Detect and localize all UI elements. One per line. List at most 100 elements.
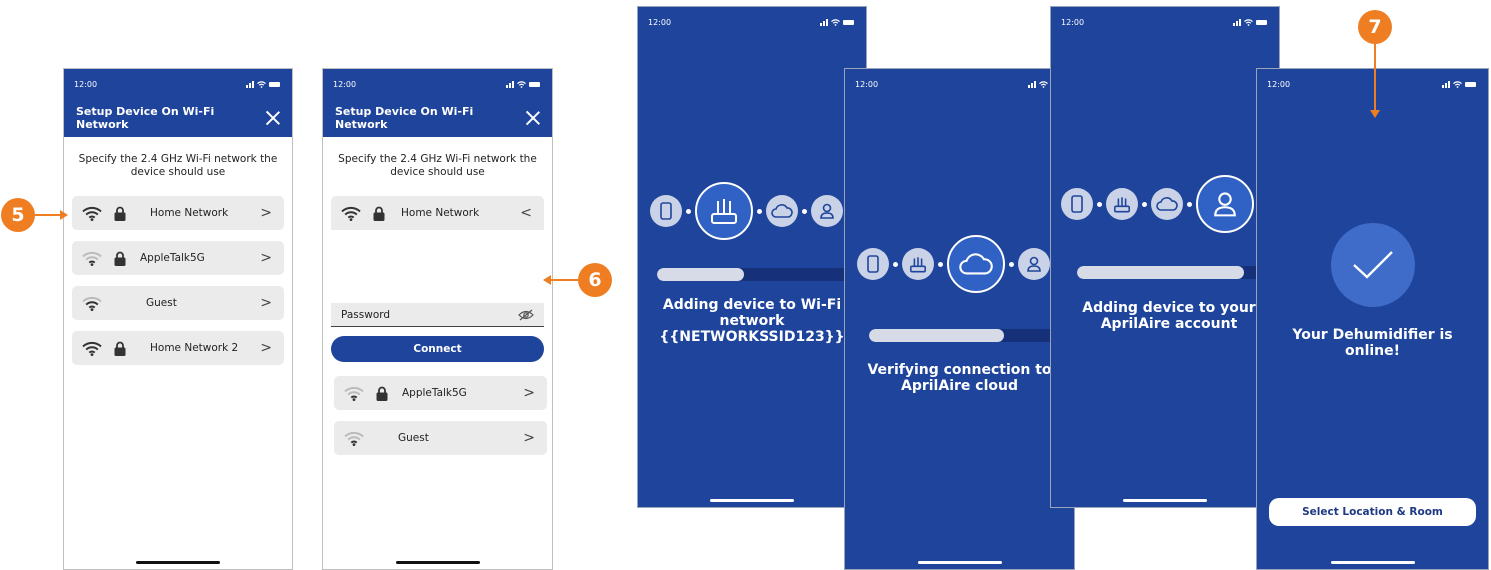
progress-fill: [869, 329, 1004, 342]
screen-adding-to-account: 12:00 Adding device to your AprilAire ac…: [1050, 6, 1280, 508]
callout-arrow-6: [550, 279, 578, 281]
wifi-status-icon: [1244, 18, 1253, 26]
cloud-icon: [1156, 197, 1178, 211]
cell-signal-icon: [1233, 18, 1241, 26]
network-row-selected[interactable]: Home Network <: [331, 196, 544, 230]
wifi-icon: [82, 341, 102, 356]
progress-bar: [869, 329, 1074, 342]
header: Setup Device On Wi-Fi Network: [64, 99, 292, 137]
chevron-left-icon[interactable]: <: [520, 205, 532, 221]
status-icons: [1442, 80, 1476, 88]
lock-icon: [114, 341, 126, 356]
cell-signal-icon: [820, 18, 828, 26]
lock-icon: [376, 386, 388, 401]
cloud-step: [1151, 188, 1183, 220]
chevron-right-icon: >: [260, 295, 272, 311]
network-name: Guest: [398, 432, 429, 444]
step-connector: [1142, 201, 1147, 207]
router-icon: [910, 256, 926, 272]
phone-icon: [1071, 195, 1083, 213]
home-indicator: [395, 561, 480, 564]
wifi-status-icon: [1039, 80, 1048, 88]
screen-network-list: 12:00 Setup Device On Wi-Fi Network Spec…: [63, 68, 293, 570]
account-step: [811, 195, 843, 227]
status-time: 12:00: [855, 79, 879, 89]
select-location-room-button[interactable]: Select Location & Room: [1269, 498, 1476, 526]
status-time: 12:00: [333, 79, 357, 89]
cloud-icon: [959, 253, 993, 275]
status-bar: 12:00: [1051, 7, 1279, 37]
password-field[interactable]: Password: [331, 303, 544, 327]
password-placeholder: Password: [341, 308, 391, 321]
status-message: Adding device to your AprilAire account: [1082, 300, 1256, 332]
eye-off-icon[interactable]: [518, 309, 534, 321]
status-time: 12:00: [1267, 79, 1291, 89]
header: Setup Device On Wi-Fi Network: [323, 99, 552, 137]
callout-arrow-5: [35, 214, 61, 216]
instruction-text: Specify the 2.4 GHz Wi-Fi network the de…: [78, 153, 278, 178]
user-icon: [1027, 256, 1041, 272]
status-bar: 12:00: [1257, 69, 1488, 99]
close-icon[interactable]: [526, 111, 540, 125]
router-step: [902, 248, 934, 280]
account-step: [1196, 175, 1254, 233]
wifi-icon: [82, 206, 102, 221]
home-indicator: [1330, 561, 1415, 564]
page-title: Setup Device On Wi-Fi Network: [335, 105, 474, 131]
chevron-right-icon: >: [260, 205, 272, 221]
setup-steps: [1061, 175, 1254, 233]
setup-steps: [857, 235, 1050, 293]
cell-signal-icon: [246, 80, 254, 88]
cell-signal-icon: [506, 80, 514, 88]
home-indicator: [1123, 499, 1207, 502]
network-row-guest[interactable]: Guest >: [72, 286, 284, 320]
close-icon[interactable]: [266, 111, 280, 125]
cell-signal-icon: [1028, 80, 1036, 88]
callout-badge-6: 6: [578, 263, 612, 297]
progress-fill: [1077, 266, 1245, 279]
callout-badge-5: 5: [1, 198, 35, 232]
chevron-right-icon: >: [523, 385, 535, 401]
user-icon: [1214, 192, 1236, 217]
status-icons: [820, 18, 854, 26]
network-row-appletalk5g[interactable]: AppleTalk5G >: [334, 376, 547, 410]
step-connector: [1009, 261, 1014, 267]
phone-step: [857, 248, 889, 280]
chevron-right-icon: >: [523, 430, 535, 446]
checkmark-icon: [1353, 251, 1393, 279]
wifi-status-icon: [831, 18, 840, 26]
success-badge: [1331, 223, 1415, 307]
network-row-appletalk5g[interactable]: AppleTalk5G >: [72, 241, 284, 275]
network-name: Home Network 2: [150, 342, 239, 354]
screen-network-password: 12:00 Setup Device On Wi-Fi Network Spec…: [322, 68, 553, 570]
phone-step: [650, 195, 682, 227]
wifi-icon: [341, 206, 361, 221]
success-message: Your Dehumidifier is online!: [1292, 327, 1453, 359]
instruction-text: Specify the 2.4 GHz Wi-Fi network the de…: [338, 153, 537, 178]
connect-button[interactable]: Connect: [331, 336, 544, 362]
phone-icon: [867, 255, 879, 273]
step-connector: [893, 261, 898, 267]
cell-signal-icon: [1442, 80, 1450, 88]
wifi-icon: [82, 296, 102, 311]
network-row-guest[interactable]: Guest >: [334, 421, 547, 455]
cloud-icon: [771, 204, 793, 218]
battery-icon: [1256, 19, 1267, 25]
wifi-icon: [344, 431, 364, 446]
status-bar: 12:00: [638, 7, 866, 37]
wifi-icon: [82, 251, 102, 266]
status-message: Adding device to Wi-Fi network {{NETWORK…: [659, 297, 845, 345]
battery-icon: [269, 81, 280, 87]
status-time: 12:00: [1061, 17, 1085, 27]
router-step: [1106, 188, 1138, 220]
network-name: Home Network: [401, 207, 480, 219]
network-row-home-network[interactable]: Home Network >: [72, 196, 284, 230]
callout-arrowhead-5: [60, 210, 68, 220]
callout-arrow-7: [1374, 44, 1376, 111]
status-message: Verifying connection to AprilAire cloud: [867, 362, 1052, 394]
callout-arrowhead-6: [543, 275, 551, 285]
progress-bar: [657, 268, 866, 281]
network-name: Guest: [146, 297, 177, 309]
network-row-home-network-2[interactable]: Home Network 2 >: [72, 331, 284, 365]
progress-fill: [657, 268, 744, 281]
